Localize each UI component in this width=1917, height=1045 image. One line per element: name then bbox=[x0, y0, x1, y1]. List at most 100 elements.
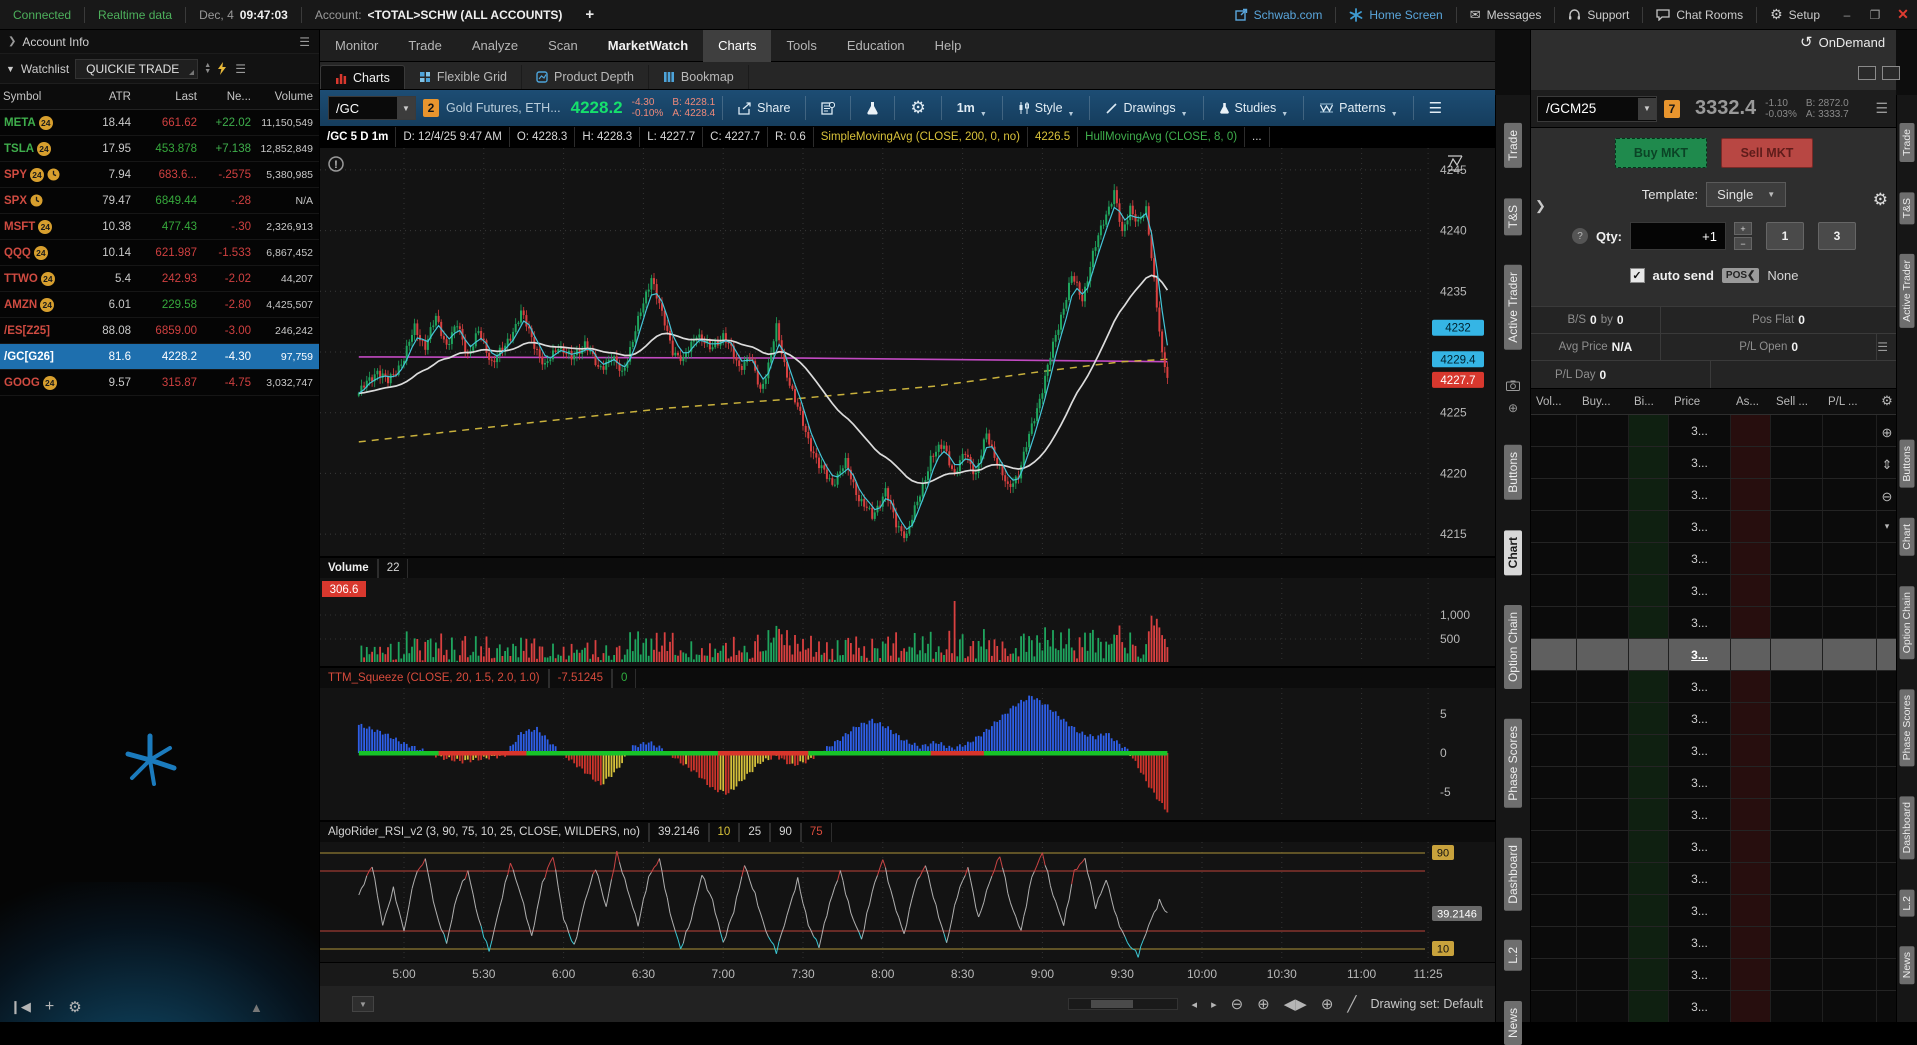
ladder-vol-cell[interactable] bbox=[1531, 543, 1577, 574]
ladder-sell-cell[interactable] bbox=[1771, 607, 1823, 638]
account-selector[interactable]: <TOTAL>SCHW (ALL ACCOUNTS) bbox=[368, 8, 563, 22]
ladder-row[interactable]: 3... bbox=[1531, 991, 1896, 1022]
ladder-sell-cell[interactable] bbox=[1771, 991, 1823, 1022]
ladder-bid-cell[interactable] bbox=[1629, 703, 1669, 734]
ladder-bid-cell[interactable] bbox=[1629, 799, 1669, 830]
ladder-row[interactable]: 3... bbox=[1531, 927, 1896, 959]
studies-flask-button[interactable] bbox=[858, 95, 887, 121]
sma-study-label[interactable]: SimpleMovingAvg (CLOSE, 200, 0, no) bbox=[814, 127, 1028, 147]
ladder-vol-cell[interactable] bbox=[1531, 735, 1577, 766]
ladder-pl-cell[interactable] bbox=[1823, 895, 1877, 926]
timeframe-button[interactable]: 1m▼ bbox=[949, 95, 995, 121]
ladder-vol-cell[interactable] bbox=[1531, 799, 1577, 830]
account-info-section[interactable]: ❯Account Info ☰ bbox=[0, 30, 319, 54]
ladder-buy-cell[interactable] bbox=[1577, 959, 1629, 990]
order-alerts-badge[interactable]: 7 bbox=[1664, 100, 1680, 118]
menu-charts[interactable]: Charts bbox=[703, 30, 771, 62]
qty-preset-3[interactable]: 3 bbox=[1818, 222, 1856, 250]
strip-utility-icons[interactable]: ⊕ bbox=[1506, 380, 1520, 415]
side-tab-trade[interactable]: Trade bbox=[1900, 123, 1915, 162]
order-symbol-dropdown-icon[interactable]: ▼ bbox=[1638, 98, 1656, 120]
ladder-pl-cell[interactable] bbox=[1823, 415, 1877, 446]
stats-menu-icon[interactable]: ☰ bbox=[1877, 340, 1896, 354]
side-tab-active-trader[interactable]: Active Trader bbox=[1504, 265, 1522, 350]
ladder-vol-cell[interactable] bbox=[1531, 959, 1577, 990]
menu-trade[interactable]: Trade bbox=[393, 30, 456, 62]
schwab-link[interactable]: Schwab.com bbox=[1222, 0, 1336, 29]
ladder-sell-cell[interactable] bbox=[1771, 639, 1823, 670]
ladder-bid-cell[interactable] bbox=[1629, 575, 1669, 606]
ladder-bid-cell[interactable] bbox=[1629, 927, 1669, 958]
auto-send-checkbox[interactable]: ✓ bbox=[1630, 268, 1645, 283]
ladder-row[interactable]: 3... bbox=[1531, 831, 1896, 863]
side-tab-news[interactable]: News bbox=[1504, 1001, 1522, 1045]
side-tab-dashboard[interactable]: Dashboard bbox=[1504, 838, 1522, 911]
ladder-sell-cell[interactable] bbox=[1771, 895, 1823, 926]
ladder-pl-cell[interactable] bbox=[1823, 671, 1877, 702]
ladder-pl-cell[interactable] bbox=[1823, 767, 1877, 798]
ladder-price-cell[interactable]: 3... bbox=[1669, 735, 1731, 766]
maximize-button[interactable]: ❐ bbox=[1861, 0, 1889, 29]
share-button[interactable]: Share bbox=[730, 95, 798, 121]
ladder-icon-rail[interactable]: ⚙⊕⇕⊖▾ bbox=[1877, 389, 1896, 1022]
patterns-button[interactable]: Patterns▼ bbox=[1311, 95, 1406, 121]
ladder-row[interactable]: 3... bbox=[1531, 415, 1896, 447]
ladder-buy-cell[interactable] bbox=[1577, 447, 1629, 478]
qty-input[interactable]: +1 bbox=[1630, 222, 1726, 250]
ladder-ask-cell[interactable] bbox=[1731, 735, 1771, 766]
ladder-ask-cell[interactable] bbox=[1731, 479, 1771, 510]
scroll-right-icon[interactable]: ▸ bbox=[1211, 998, 1217, 1011]
ladder-price-cell[interactable]: 3... bbox=[1669, 639, 1731, 670]
ladder-price-cell[interactable]: 3... bbox=[1669, 671, 1731, 702]
alerts-badge[interactable]: 2 bbox=[423, 99, 439, 117]
ladder-price-cell[interactable]: 3... bbox=[1669, 447, 1731, 478]
ladder-pl-cell[interactable] bbox=[1823, 959, 1877, 990]
tab-bookmap[interactable]: Bookmap bbox=[649, 65, 749, 89]
watchlist-row-AMZN[interactable]: AMZN246.01229.58-2.804,425,507 bbox=[0, 292, 319, 318]
side-tab-dashboard[interactable]: Dashboard bbox=[1900, 796, 1915, 859]
order-symbol-input[interactable]: /GCM25▼ bbox=[1537, 96, 1657, 122]
side-tab-l-2[interactable]: L.2 bbox=[1900, 890, 1915, 917]
ladder-sell-cell[interactable] bbox=[1771, 415, 1823, 446]
ladder-ask-cell[interactable] bbox=[1731, 895, 1771, 926]
footer-gear-icon[interactable]: ⚙ bbox=[68, 998, 81, 1016]
sell-market-button[interactable]: Sell MKT bbox=[1721, 138, 1813, 168]
ladder-header[interactable]: Vol...Buy...Bi...PriceAs...Sell ...P/L .… bbox=[1531, 389, 1896, 415]
ladder-sell-cell[interactable] bbox=[1771, 863, 1823, 894]
panel-collapse-chevron[interactable]: ❯ bbox=[1535, 198, 1546, 214]
ladder-sell-cell[interactable] bbox=[1771, 735, 1823, 766]
ladder-row[interactable]: 3... bbox=[1531, 447, 1896, 479]
ladder-ask-cell[interactable] bbox=[1731, 991, 1771, 1022]
ladder-row[interactable]: 3... bbox=[1531, 543, 1896, 575]
ladder-vol-cell[interactable] bbox=[1531, 703, 1577, 734]
menu-education[interactable]: Education bbox=[832, 30, 920, 62]
ladder-buy-cell[interactable] bbox=[1577, 607, 1629, 638]
ladder-price-cell[interactable]: 3... bbox=[1669, 575, 1731, 606]
qty-stepper[interactable]: +− bbox=[1734, 222, 1752, 250]
ladder-bid-cell[interactable] bbox=[1629, 511, 1669, 542]
ladder-sell-cell[interactable] bbox=[1771, 703, 1823, 734]
side-tab-option-chain[interactable]: Option Chain bbox=[1900, 586, 1915, 659]
ladder-vol-cell[interactable] bbox=[1531, 415, 1577, 446]
volume-chart[interactable]: 1,000500306.6 bbox=[320, 578, 1495, 663]
ladder-bid-cell[interactable] bbox=[1629, 607, 1669, 638]
ladder-sell-cell[interactable] bbox=[1771, 511, 1823, 542]
home-screen-button[interactable]: Home Screen bbox=[1336, 0, 1455, 29]
report-button[interactable] bbox=[813, 95, 843, 121]
ladder-price-cell[interactable]: 3... bbox=[1669, 831, 1731, 862]
side-tab-buttons[interactable]: Buttons bbox=[1504, 445, 1522, 500]
drawings-button[interactable]: Drawings▼ bbox=[1097, 95, 1195, 121]
side-tab-option-chain[interactable]: Option Chain bbox=[1504, 605, 1522, 689]
ladder-bid-cell[interactable] bbox=[1629, 735, 1669, 766]
symbol-dropdown-icon[interactable]: ▼ bbox=[397, 97, 415, 119]
ladder-bid-cell[interactable] bbox=[1629, 639, 1669, 670]
fit-width-icon[interactable]: ◀▶ bbox=[1284, 995, 1307, 1013]
side-tab-phase-scores[interactable]: Phase Scores bbox=[1504, 719, 1522, 808]
ladder-buy-cell[interactable] bbox=[1577, 703, 1629, 734]
ladder-ask-cell[interactable] bbox=[1731, 863, 1771, 894]
setup-button[interactable]: ⚙Setup bbox=[1757, 0, 1833, 29]
menu-marketwatch[interactable]: MarketWatch bbox=[593, 30, 703, 62]
menu-monitor[interactable]: Monitor bbox=[320, 30, 393, 62]
minimize-button[interactable]: – bbox=[1833, 0, 1861, 29]
side-tab-news[interactable]: News bbox=[1900, 946, 1915, 984]
